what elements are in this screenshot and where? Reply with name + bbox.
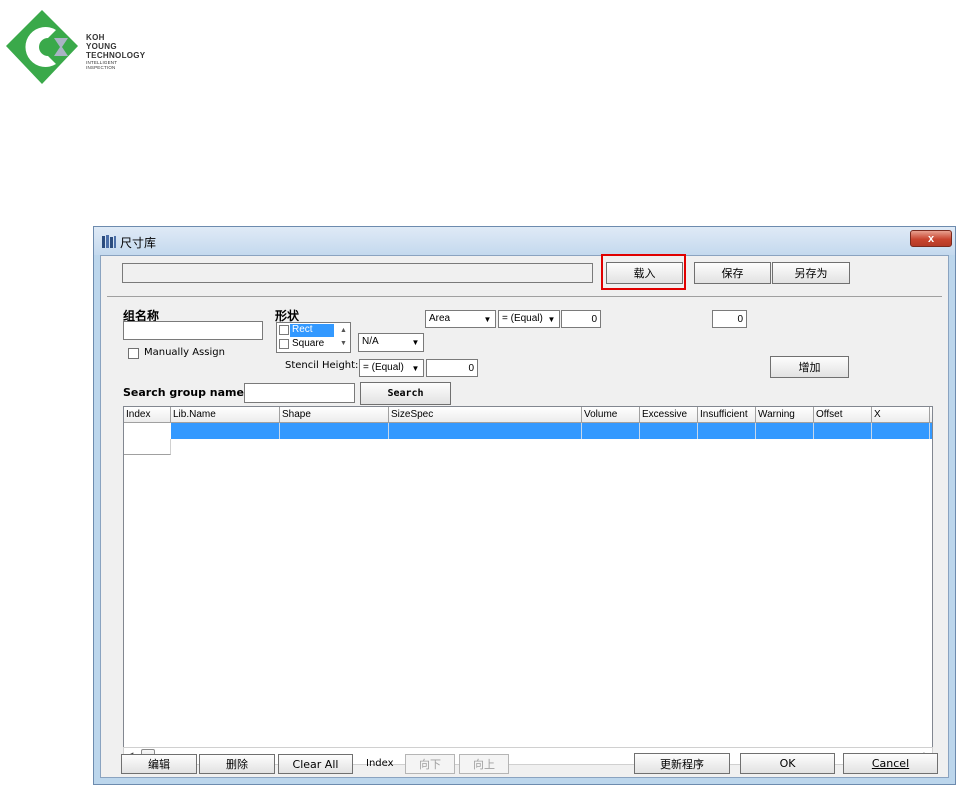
rect-option[interactable]: Rect <box>290 324 334 337</box>
column-header-lib-name[interactable]: Lib.Name <box>171 407 280 423</box>
load-button[interactable]: 载入 <box>606 262 683 284</box>
selected-cell[interactable] <box>756 423 814 439</box>
column-header-insufficient[interactable]: Insufficient <box>698 407 756 423</box>
index-label: Index <box>366 758 394 769</box>
library-icon <box>102 235 116 248</box>
rect-checkbox[interactable] <box>279 325 289 335</box>
chevron-down-icon[interactable]: ▼ <box>409 335 422 350</box>
column-header-excessive[interactable]: Excessive <box>640 407 698 423</box>
square-option[interactable]: Square <box>292 338 324 349</box>
column-header-warning[interactable]: Warning <box>756 407 814 423</box>
column-header-sizespec[interactable]: SizeSpec <box>389 407 582 423</box>
group-name-input[interactable] <box>123 321 263 340</box>
manually-assign-checkbox[interactable] <box>128 348 139 359</box>
shape-list-scrollbar[interactable]: ▲ ▼ <box>337 324 350 351</box>
move-down-button[interactable]: 向下 <box>405 754 455 774</box>
chevron-down-icon[interactable]: ▼ <box>409 361 422 375</box>
selected-cell[interactable] <box>280 423 389 439</box>
selected-cell[interactable] <box>171 423 280 439</box>
column-header-offset[interactable]: Offset <box>814 407 872 423</box>
chevron-down-icon[interactable]: ▼ <box>481 312 494 326</box>
logo-wordmark: KOH YOUNG TECHNOLOGY INTELLIGENT INSPECT… <box>86 33 146 70</box>
stencil-operator-select[interactable]: = (Equal) ▼ <box>359 359 424 377</box>
title-bar[interactable]: 尺寸库 x <box>94 227 955 255</box>
search-group-label: Search group name : <box>123 386 253 399</box>
column-header-x[interactable]: X <box>872 407 930 423</box>
move-up-button[interactable]: 向上 <box>459 754 509 774</box>
search-group-input[interactable] <box>244 383 355 403</box>
selected-cell[interactable] <box>872 423 930 439</box>
column-header-shape[interactable]: Shape <box>280 407 389 423</box>
stencil-value-input[interactable]: 0 <box>426 359 478 377</box>
size-library-table[interactable]: Index Lib.Name Shape SizeSpec Volume Exc… <box>123 406 933 748</box>
table-row[interactable] <box>124 423 932 455</box>
manually-assign-label: Manually Assign <box>144 347 225 358</box>
column-header-volume[interactable]: Volume <box>582 407 640 423</box>
save-button[interactable]: 保存 <box>694 262 771 284</box>
clear-all-button[interactable]: Clear All <box>278 754 353 774</box>
edit-button[interactable]: 编辑 <box>121 754 197 774</box>
selected-cell[interactable] <box>582 423 640 439</box>
chevron-down-icon[interactable]: ▼ <box>545 312 558 326</box>
size-library-window: 尺寸库 x 载入 保存 另存为 组名称 Manually Assign 形状 R… <box>93 226 956 785</box>
cancel-button[interactable]: Cancel <box>843 753 938 774</box>
update-program-button[interactable]: 更新程序 <box>634 753 730 774</box>
selected-cell[interactable] <box>640 423 698 439</box>
delete-button[interactable]: 删除 <box>199 754 275 774</box>
save-as-button[interactable]: 另存为 <box>772 262 850 284</box>
ok-button[interactable]: OK <box>740 753 835 774</box>
separator <box>107 296 942 297</box>
selected-cell[interactable] <box>698 423 756 439</box>
shape-filter-select[interactable]: N/A ▼ <box>358 333 424 352</box>
area-value-input[interactable]: 0 <box>561 310 601 328</box>
add-button[interactable]: 增加 <box>770 356 849 378</box>
stencil-height-label: Stencil Height: <box>285 360 359 371</box>
area-operator-select[interactable]: = (Equal) ▼ <box>498 310 560 328</box>
row-index-cell[interactable] <box>124 439 171 455</box>
close-button[interactable]: x <box>910 230 952 247</box>
area-select[interactable]: Area ▼ <box>425 310 496 328</box>
shape-checklist[interactable]: Rect Square ▲ ▼ <box>276 322 351 353</box>
square-checkbox[interactable] <box>279 339 289 349</box>
secondary-value-input[interactable]: 0 <box>712 310 747 328</box>
search-button[interactable]: Search <box>360 382 451 405</box>
library-path-field <box>122 263 593 283</box>
window-title: 尺寸库 <box>120 236 157 250</box>
selected-cell[interactable] <box>814 423 872 439</box>
column-header-index[interactable]: Index <box>124 407 171 423</box>
selected-cell[interactable] <box>389 423 582 439</box>
dialog-client-area: 载入 保存 另存为 组名称 Manually Assign 形状 Rect Sq… <box>100 254 949 778</box>
selected-cell[interactable] <box>930 423 932 439</box>
column-header-y[interactable]: Y <box>930 407 932 423</box>
